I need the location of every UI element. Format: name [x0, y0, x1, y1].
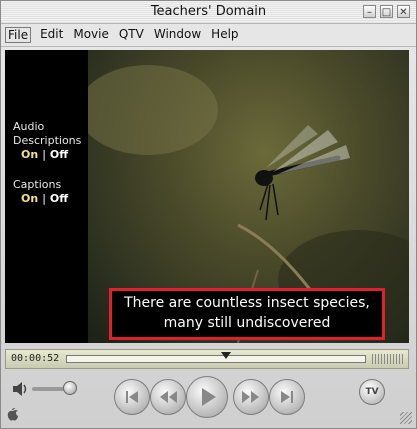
- window-title: Teachers' Domain: [150, 4, 267, 19]
- audio-descriptions-toggle: On | Off: [21, 148, 69, 161]
- window-controls: – □ ✕: [363, 5, 410, 18]
- step-forward-icon: [281, 391, 293, 403]
- quicktime-window: Teachers' Domain – □ ✕ File Edit Movie Q…: [0, 0, 417, 429]
- timeline-grip[interactable]: [372, 354, 404, 364]
- close-button[interactable]: ✕: [397, 5, 410, 18]
- play-button[interactable]: [186, 376, 228, 418]
- speaker-icon[interactable]: [11, 381, 31, 401]
- apple-logo-icon: [7, 407, 19, 425]
- accessibility-panel: Audio Descriptions On | Off Captions On | Of…: [5, 50, 88, 343]
- audio-descriptions-on[interactable]: On: [21, 148, 38, 161]
- menu-help[interactable]: Help: [210, 27, 239, 43]
- caption-line-1: There are countless insect species,: [124, 295, 370, 311]
- resize-grip[interactable]: [400, 412, 412, 424]
- captions-label: Captions: [13, 178, 62, 191]
- audio-descriptions-label: Audio Descriptions: [13, 120, 82, 147]
- step-back-icon: [126, 391, 138, 403]
- tv-button[interactable]: TV: [359, 379, 385, 405]
- caption-box: There are countless insect species, many…: [109, 288, 385, 340]
- play-icon: [202, 388, 216, 406]
- volume-knob[interactable]: [63, 381, 77, 395]
- captions-off[interactable]: Off: [50, 192, 68, 205]
- fast-forward-button[interactable]: [233, 379, 269, 415]
- step-forward-button[interactable]: [269, 379, 305, 415]
- minimize-button[interactable]: –: [363, 5, 376, 18]
- title-bar[interactable]: Teachers' Domain – □ ✕: [1, 1, 416, 24]
- captions-on[interactable]: On: [21, 192, 38, 205]
- timeline-bar: 00:00:52: [5, 349, 409, 369]
- timecode-display: 00:00:52: [11, 353, 60, 364]
- rewind-icon: [160, 391, 177, 403]
- playhead-marker[interactable]: [221, 352, 231, 359]
- scrub-track[interactable]: [66, 352, 366, 363]
- transport-controls: TV: [1, 369, 416, 428]
- step-back-button[interactable]: [114, 379, 150, 415]
- caption-line-2: many still undiscovered: [163, 315, 331, 331]
- rewind-button[interactable]: [150, 379, 186, 415]
- menu-movie[interactable]: Movie: [72, 27, 110, 43]
- menu-file[interactable]: File: [5, 27, 32, 43]
- movie-area: Audio Descriptions On | Off Captions On | Of…: [5, 50, 409, 343]
- menu-window[interactable]: Window: [153, 27, 202, 43]
- audio-descriptions-off[interactable]: Off: [50, 148, 68, 161]
- maximize-button[interactable]: □: [380, 5, 393, 18]
- menu-qtv[interactable]: QTV: [118, 27, 145, 43]
- menu-bar: File Edit Movie QTV Window Help: [1, 24, 416, 47]
- captions-toggle: On | Off: [21, 192, 69, 205]
- fast-forward-icon: [242, 391, 259, 403]
- menu-edit[interactable]: Edit: [39, 27, 64, 43]
